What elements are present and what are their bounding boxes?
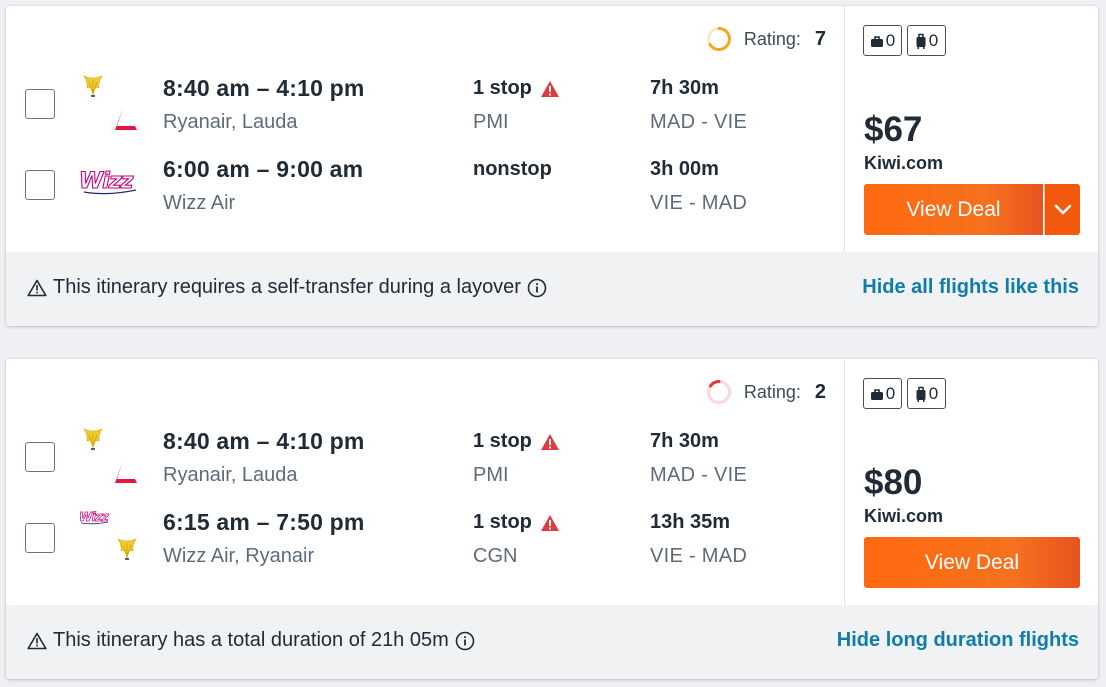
ryanair-logo bbox=[81, 74, 105, 105]
rating-ring-icon bbox=[706, 380, 731, 404]
checked-bag-icon bbox=[916, 386, 926, 402]
leg-stops: nonstop bbox=[473, 158, 552, 181]
rating: Rating: 2 bbox=[706, 379, 826, 405]
leg-stops-label: 1 stop bbox=[473, 77, 532, 99]
checked-bag-badge[interactable]: 0 bbox=[907, 25, 946, 56]
leg-stop-airport: PMI bbox=[473, 464, 509, 486]
rating: Rating: 7 bbox=[706, 26, 826, 52]
leg-stops: 1 stop bbox=[473, 430, 560, 453]
carry-on-bag-count: 0 bbox=[885, 383, 896, 403]
view-deal-button[interactable]: View Deal bbox=[864, 537, 1080, 588]
leg-time: 8:40 am – 4:10 pm bbox=[163, 75, 365, 101]
leg-airline: Wizz Air bbox=[163, 192, 236, 214]
wizz-logo: Wizz bbox=[78, 509, 111, 530]
leg-checkbox[interactable] bbox=[25, 442, 55, 472]
leg-time: 6:00 am – 9:00 am bbox=[163, 156, 364, 182]
flight-leg-return: Wizz 6:15 am – 7:50 pm Wizz Air, Ryanair… bbox=[6, 503, 844, 573]
leg-airline: Ryanair, Lauda bbox=[163, 464, 298, 486]
leg-airline: Ryanair, Lauda bbox=[163, 111, 298, 133]
rating-value: 7 bbox=[814, 27, 826, 50]
leg-time: 6:15 am – 7:50 pm bbox=[163, 509, 365, 535]
notice-text: This itinerary has a total duration of 2… bbox=[53, 629, 449, 651]
warning-icon bbox=[540, 80, 559, 97]
view-deal-button[interactable]: View Deal bbox=[864, 184, 1043, 235]
leg-stop-airport: CGN bbox=[473, 545, 518, 567]
notice-bar: This itinerary has a total duration of 2… bbox=[6, 605, 1098, 679]
warning-icon bbox=[540, 514, 559, 531]
price: $67 bbox=[864, 110, 923, 149]
leg-airline: Wizz Air, Ryanair bbox=[163, 545, 315, 567]
checked-bag-count: 0 bbox=[928, 383, 939, 403]
leg-route: VIE - MAD bbox=[650, 192, 748, 214]
svg-text:Wizz: Wizz bbox=[79, 169, 134, 194]
bag-fees: 0 0 bbox=[863, 378, 951, 409]
flight-leg-outbound: 8:40 am – 4:10 pm Ryanair, Lauda 1 stop … bbox=[6, 69, 844, 139]
svg-text:Wizz: Wizz bbox=[79, 510, 110, 524]
carry-on-bag-badge[interactable]: 0 bbox=[863, 25, 902, 56]
itinerary-notice: This itinerary requires a self-transfer … bbox=[27, 276, 547, 299]
leg-stops-label: 1 stop bbox=[473, 430, 532, 452]
provider-name: Kiwi.com bbox=[864, 506, 944, 526]
checked-bag-badge[interactable]: 0 bbox=[907, 378, 946, 409]
info-icon[interactable] bbox=[455, 631, 475, 651]
leg-stops: 1 stop bbox=[473, 77, 560, 100]
leg-checkbox[interactable] bbox=[25, 170, 55, 200]
checked-bag-count: 0 bbox=[928, 30, 939, 50]
price: $80 bbox=[864, 463, 923, 502]
lauda-logo bbox=[115, 106, 139, 137]
leg-time: 8:40 am – 4:10 pm bbox=[163, 428, 365, 454]
rating-label: Rating: bbox=[743, 381, 801, 402]
rating-ring-icon bbox=[706, 27, 731, 51]
result-card: Rating: 2 8:40 am – 4:10 pm Ryanair, Lau… bbox=[6, 359, 1098, 679]
carry-on-bag-badge[interactable]: 0 bbox=[863, 378, 902, 409]
flight-leg-outbound: 8:40 am – 4:10 pm Ryanair, Lauda 1 stop … bbox=[6, 422, 844, 492]
itinerary-notice: This itinerary has a total duration of 2… bbox=[27, 629, 475, 652]
leg-duration: 13h 35m bbox=[650, 511, 731, 533]
ryanair-logo bbox=[115, 537, 139, 568]
leg-route: VIE - MAD bbox=[650, 545, 748, 567]
info-icon[interactable] bbox=[527, 278, 547, 298]
result-card: Rating: 7 8:40 am – 4:10 pm Ryanair, Lau… bbox=[6, 6, 1098, 326]
price-panel: 0 0 $67 Kiwi.com View Deal bbox=[844, 6, 1098, 252]
hide-flights-link[interactable]: Hide long duration flights bbox=[837, 629, 1079, 652]
provider-name: Kiwi.com bbox=[864, 153, 944, 173]
leg-duration: 7h 30m bbox=[650, 77, 719, 99]
carry-on-bag-icon bbox=[870, 35, 883, 47]
chevron-down-icon bbox=[1054, 204, 1071, 214]
lauda-logo bbox=[115, 459, 139, 490]
leg-stops-label: nonstop bbox=[473, 158, 552, 180]
bag-fees: 0 0 bbox=[863, 25, 951, 56]
wizz-logo: Wizz bbox=[78, 166, 140, 201]
rating-label: Rating: bbox=[743, 28, 801, 49]
price-panel: 0 0 $80 Kiwi.com View Deal bbox=[844, 359, 1098, 605]
carry-on-bag-icon bbox=[870, 388, 883, 400]
notice-text: This itinerary requires a self-transfer … bbox=[53, 276, 521, 298]
flight-leg-return: Wizz 6:00 am – 9:00 am Wizz Air nonstop … bbox=[6, 150, 844, 220]
warning-outline-icon bbox=[27, 632, 47, 649]
leg-checkbox[interactable] bbox=[25, 523, 55, 553]
hide-flights-link[interactable]: Hide all flights like this bbox=[862, 276, 1079, 299]
leg-stops-label: 1 stop bbox=[473, 511, 532, 533]
itinerary-details[interactable]: Rating: 2 8:40 am – 4:10 pm Ryanair, Lau… bbox=[6, 359, 844, 605]
warning-outline-icon bbox=[27, 279, 47, 296]
rating-value: 2 bbox=[814, 380, 826, 403]
leg-stop-airport: PMI bbox=[473, 111, 509, 133]
notice-bar: This itinerary requires a self-transfer … bbox=[6, 252, 1098, 326]
leg-duration: 7h 30m bbox=[650, 430, 719, 452]
ryanair-logo bbox=[81, 427, 105, 458]
itinerary-details[interactable]: Rating: 7 8:40 am – 4:10 pm Ryanair, Lau… bbox=[6, 6, 844, 252]
warning-icon bbox=[540, 433, 559, 450]
carry-on-bag-count: 0 bbox=[885, 30, 896, 50]
checked-bag-icon bbox=[916, 33, 926, 49]
leg-route: MAD - VIE bbox=[650, 111, 748, 133]
leg-duration: 3h 00m bbox=[650, 158, 719, 180]
leg-route: MAD - VIE bbox=[650, 464, 748, 486]
deal-options-dropdown[interactable] bbox=[1044, 184, 1080, 235]
leg-stops: 1 stop bbox=[473, 511, 560, 534]
leg-checkbox[interactable] bbox=[25, 89, 55, 119]
